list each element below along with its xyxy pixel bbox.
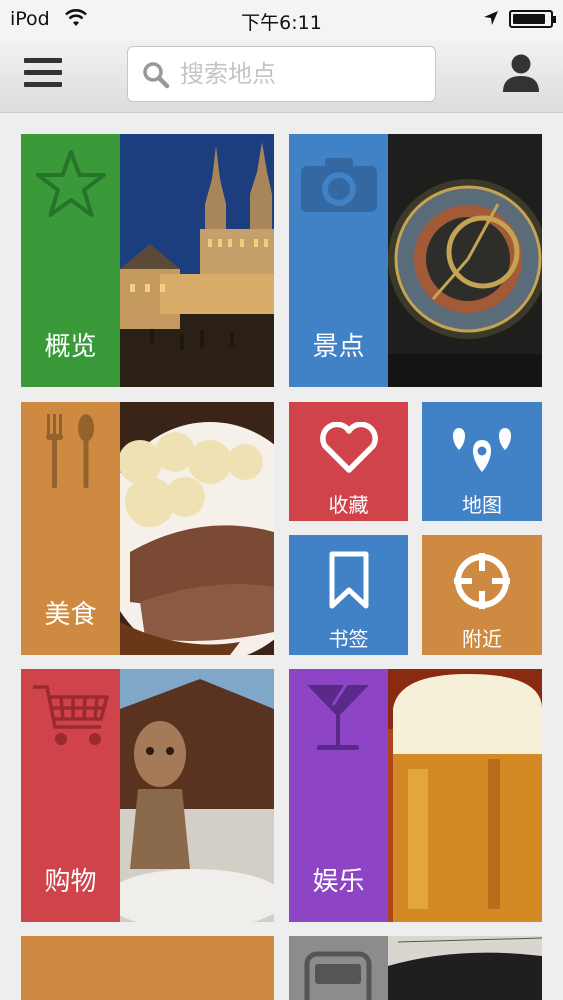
tile-sights[interactable]: 景点 (289, 134, 542, 387)
camera-icon (301, 158, 377, 212)
tile-nearby[interactable]: 附近 (422, 535, 542, 655)
entertainment-label: 娱乐 (312, 867, 365, 897)
bookmark-icon (329, 551, 368, 609)
tile-overview[interactable]: 概览 (21, 134, 274, 387)
astronomical-clock-photo (388, 134, 542, 387)
search-box[interactable] (127, 46, 436, 102)
map-pins-icon (453, 428, 511, 472)
train-photo (388, 936, 542, 1000)
cocktail-icon (307, 682, 369, 750)
search-input[interactable] (180, 53, 420, 95)
tile-transport[interactable] (289, 936, 542, 1000)
shopping-label: 购物 (44, 867, 97, 897)
battery-icon (509, 10, 556, 28)
beer-photo (388, 669, 542, 922)
tile-partial-orange[interactable] (21, 936, 274, 1000)
food-label: 美食 (44, 600, 97, 630)
tile-food[interactable]: 美食 (21, 402, 274, 655)
bookmarks-label: 书签 (328, 627, 369, 651)
overview-label: 概览 (44, 332, 97, 362)
favorites-label: 收藏 (328, 493, 369, 517)
star-icon (36, 150, 106, 217)
prague-cathedral-photo (120, 134, 274, 387)
person-icon[interactable] (500, 53, 542, 95)
clock: 下午6:11 (241, 12, 322, 34)
tile-bookmarks[interactable]: 书签 (289, 535, 408, 655)
heart-icon (319, 422, 378, 473)
battery-level (513, 14, 545, 24)
marionette-photo (120, 669, 274, 922)
menu-icon[interactable] (24, 58, 62, 92)
crosshair-icon (454, 553, 510, 609)
nearby-label: 附近 (462, 627, 502, 651)
food-plate-photo (120, 402, 274, 655)
navigation-bar (0, 40, 563, 113)
map-label: 地图 (462, 493, 502, 517)
bus-icon (304, 951, 372, 1000)
tile-map[interactable]: 地图 (422, 402, 542, 521)
sights-label: 景点 (312, 332, 365, 362)
tile-shopping[interactable]: 购物 (21, 669, 274, 922)
search-icon (143, 62, 170, 89)
status-bar: iPod 下午6:11 (0, 0, 563, 40)
tile-favorites[interactable]: 收藏 (289, 402, 408, 521)
location-arrow-icon (484, 11, 498, 25)
cart-icon (33, 685, 109, 745)
tile-entertainment[interactable]: 娱乐 (289, 669, 542, 922)
fork-spoon-icon (46, 414, 94, 488)
